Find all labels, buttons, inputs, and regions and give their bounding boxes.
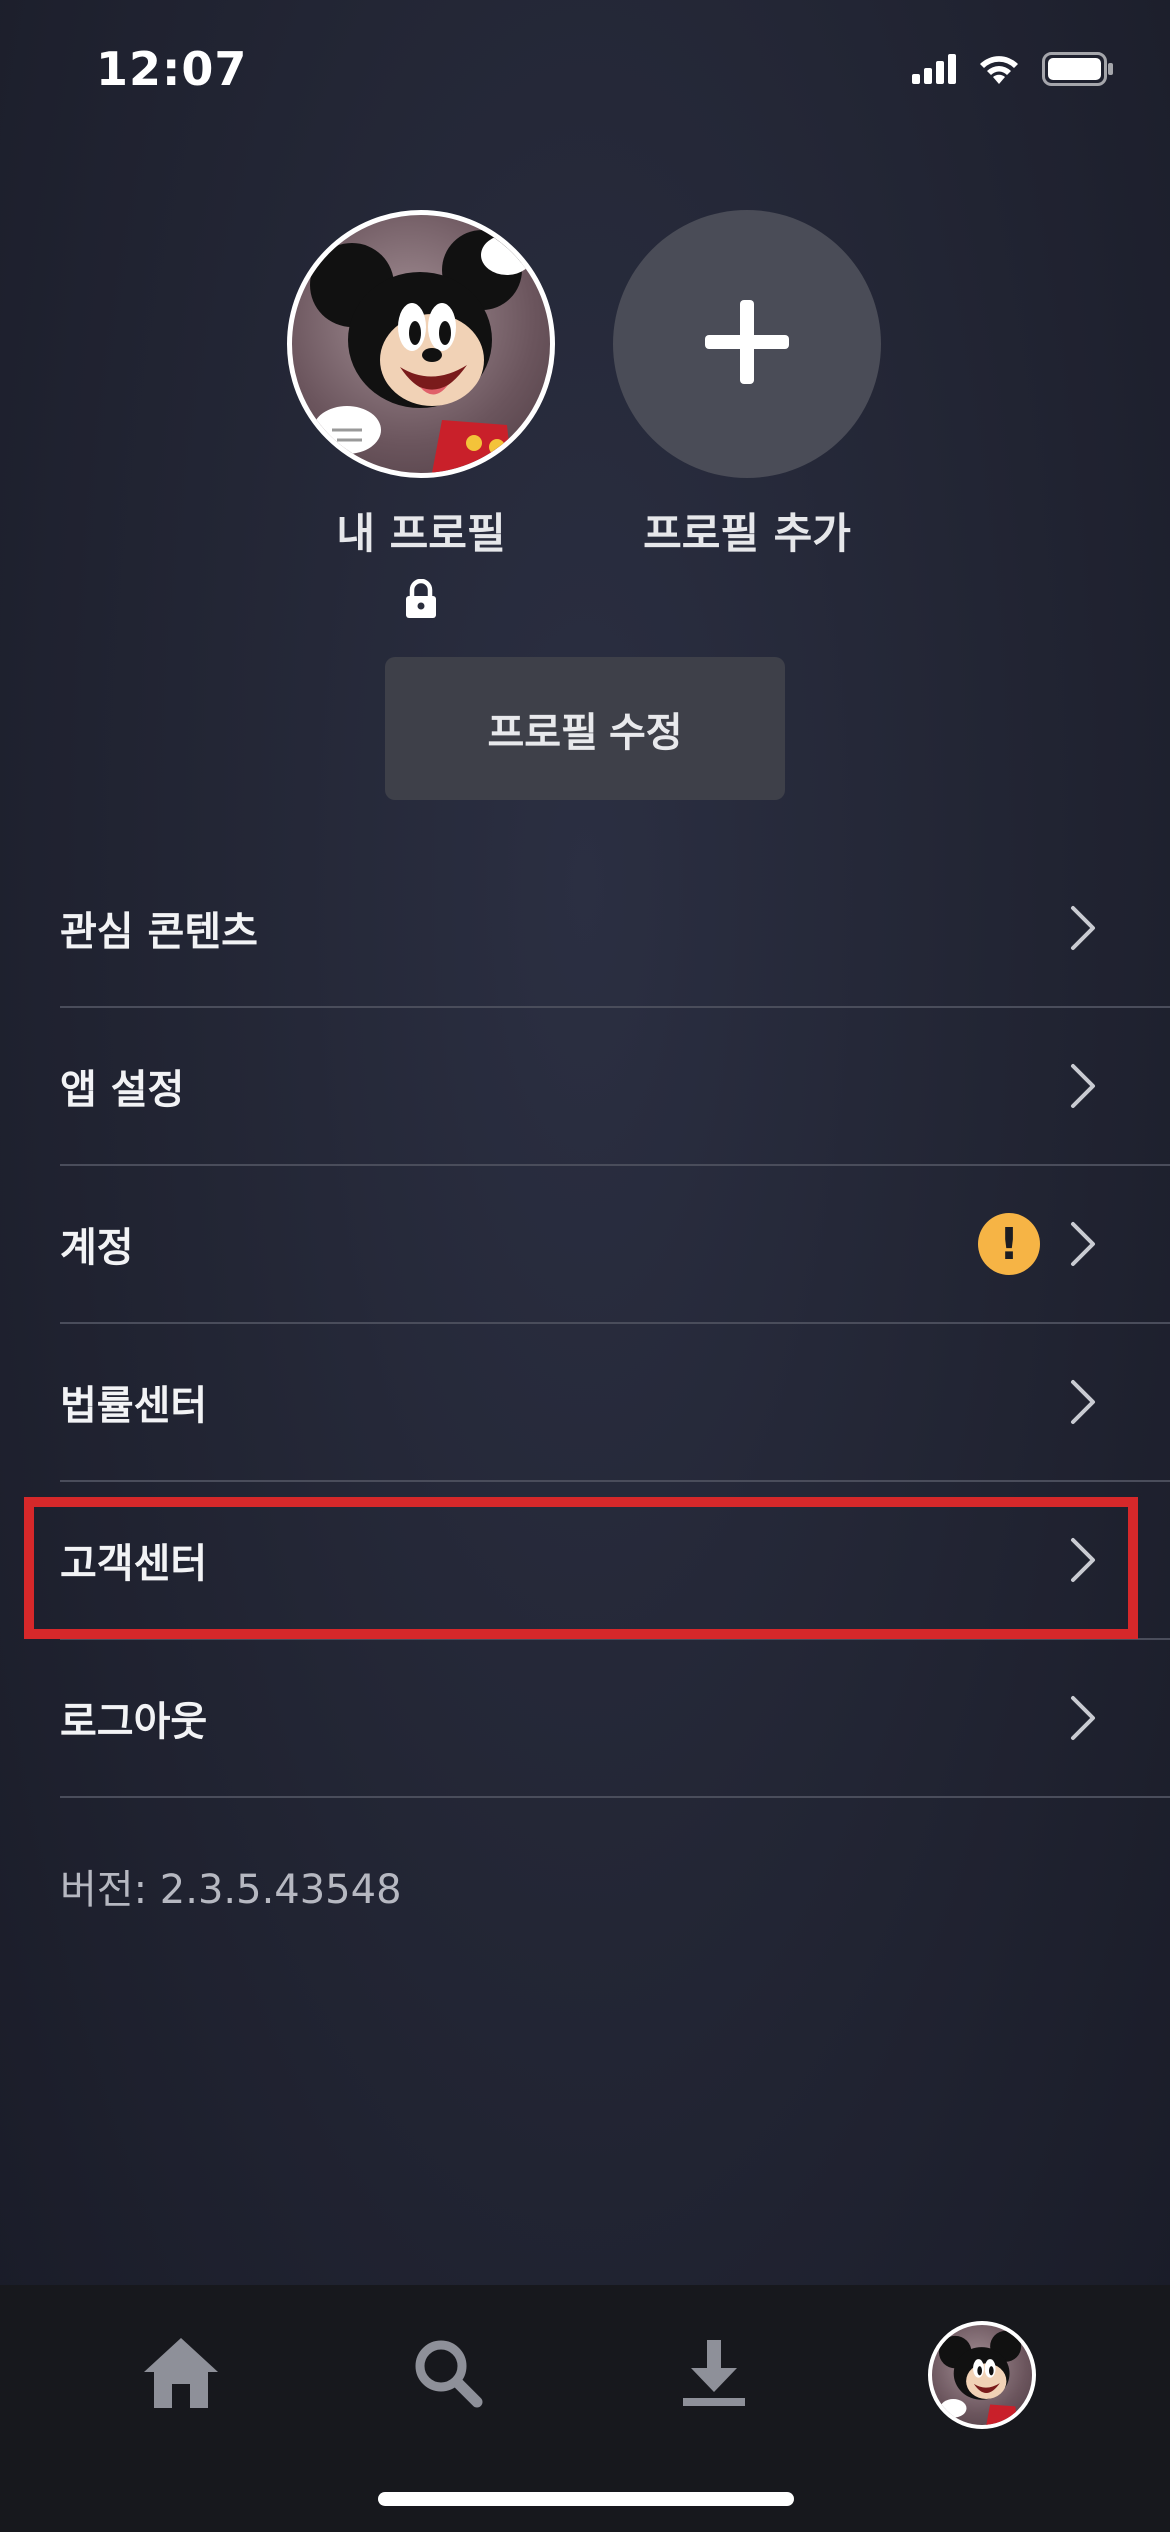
profile-my[interactable]: 내 프로필 [271, 210, 571, 619]
menu-item-app-settings[interactable]: 앱 설정 [60, 1008, 1170, 1166]
chevron-right-icon [1068, 1378, 1098, 1426]
menu-item-legal-center[interactable]: 법률센터 [60, 1324, 1170, 1482]
wifi-icon [978, 54, 1020, 88]
nav-home-button[interactable] [121, 2315, 241, 2435]
menu-item-label: 관심 콘텐츠 [60, 909, 258, 955]
profile-avatar-icon [928, 2321, 1036, 2429]
add-profile-button[interactable] [613, 210, 881, 478]
menu-item-label: 계정 [60, 1225, 134, 1271]
add-profile-label: 프로필 추가 [643, 509, 851, 558]
status-bar: 12:07 [0, 0, 1170, 140]
menu-item-watchlist[interactable]: 관심 콘텐츠 [60, 850, 1170, 1008]
cellular-signal-icon [912, 54, 956, 88]
nav-downloads-button[interactable] [654, 2315, 774, 2435]
battery-icon [1042, 52, 1114, 90]
nav-search-button[interactable] [388, 2315, 508, 2435]
chevron-right-icon [1068, 1694, 1098, 1742]
profile-name: 내 프로필 [336, 509, 506, 558]
menu-item-customer-center[interactable]: 고객센터 [60, 1482, 1170, 1640]
account-screen: 12:07 내 프로필 프로필 추가 프로필 수정 관심 콘텐츠 앱 설정 계정… [0, 0, 1170, 2532]
menu-item-label: 로그아웃 [60, 1699, 208, 1745]
status-time: 12:07 [96, 42, 248, 96]
home-icon [142, 2336, 220, 2414]
plus-icon [701, 296, 793, 392]
chevron-right-icon [1068, 1220, 1098, 1268]
chevron-right-icon [1068, 1062, 1098, 1110]
home-indicator[interactable] [378, 2492, 794, 2506]
warning-badge-icon: ! [978, 1213, 1040, 1275]
profile-selector: 내 프로필 프로필 추가 [0, 210, 1170, 630]
menu-item-label: 앱 설정 [60, 1067, 185, 1113]
add-profile[interactable]: 프로필 추가 [597, 210, 897, 561]
nav-profile-button[interactable] [922, 2315, 1042, 2435]
lock-icon [404, 578, 438, 619]
chevron-right-icon [1068, 904, 1098, 952]
menu-item-account[interactable]: 계정 ! [60, 1166, 1170, 1324]
mickey-avatar-icon[interactable] [287, 210, 555, 478]
menu-item-label: 법률센터 [60, 1383, 208, 1429]
menu-item-label: 고객센터 [60, 1541, 208, 1587]
menu-item-logout[interactable]: 로그아웃 [60, 1640, 1170, 1798]
settings-menu: 관심 콘텐츠 앱 설정 계정 ! 법률센터 고객센터 로그아웃 [0, 850, 1170, 1798]
edit-profile-button[interactable]: 프로필 수정 [385, 657, 785, 800]
search-icon [413, 2338, 483, 2412]
version-text: 버전: 2.3.5.43548 [60, 1867, 402, 1913]
download-icon [679, 2338, 749, 2412]
status-icons [912, 52, 1114, 90]
chevron-right-icon [1068, 1536, 1098, 1584]
